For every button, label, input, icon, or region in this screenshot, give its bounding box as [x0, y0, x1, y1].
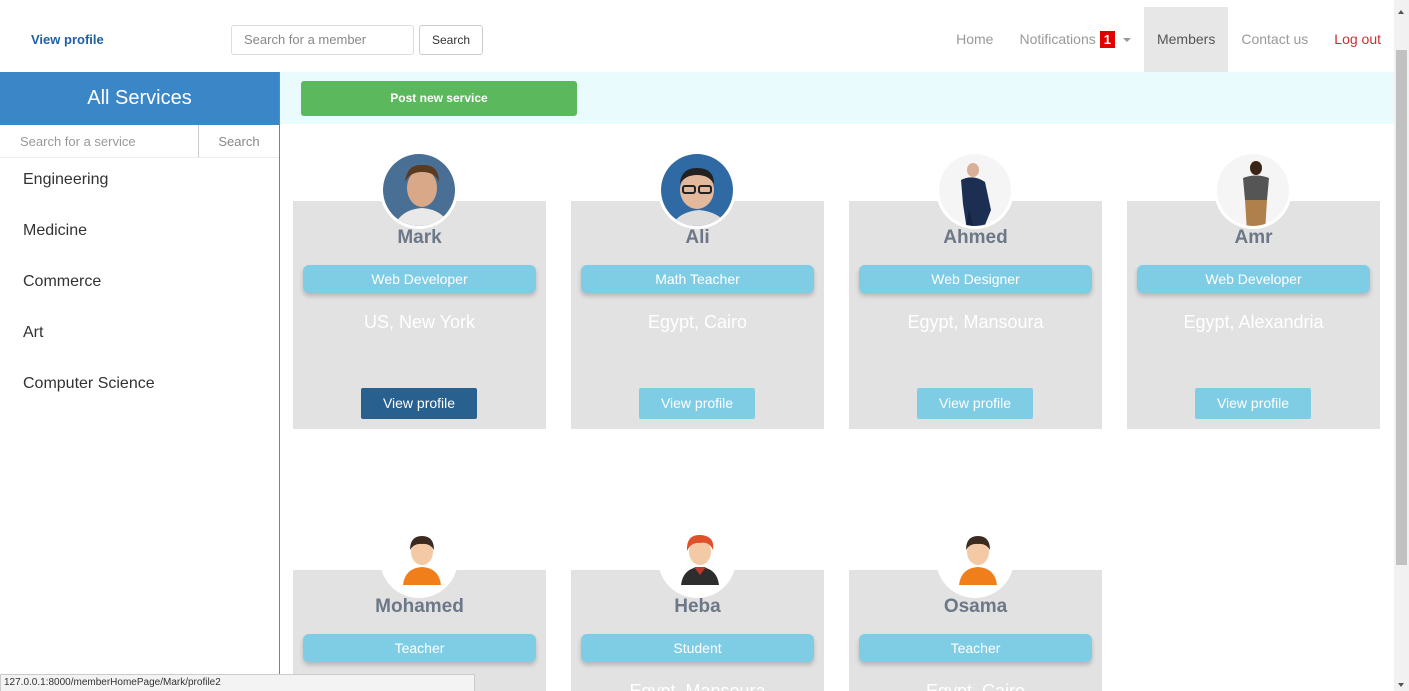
nav-notifications[interactable]: Notifications 1: [1006, 7, 1144, 72]
avatar: [936, 151, 1014, 229]
scroll-down-icon[interactable]: [1398, 683, 1404, 687]
chevron-down-icon: [1122, 37, 1131, 42]
view-profile-button[interactable]: View profile: [639, 388, 755, 419]
top-navbar: View profile Search for a member Search …: [0, 0, 1394, 72]
service-search-button[interactable]: Search: [199, 125, 279, 157]
member-role: Web Designer: [859, 265, 1092, 293]
avatar: [380, 520, 458, 598]
avatar: [936, 520, 1014, 598]
member-role: Web Developer: [1137, 265, 1370, 293]
member-card-mark: Mark Web Developer US, New York View pro…: [293, 201, 546, 429]
member-name: Osama: [943, 596, 1008, 617]
page-scrollbar[interactable]: [1394, 0, 1409, 691]
member-location: Egypt, Mansoura: [629, 681, 766, 691]
member-name: Mark: [397, 227, 442, 248]
view-profile-link[interactable]: View profile: [31, 32, 104, 47]
service-search: Search for a service Search: [0, 125, 279, 158]
nav-contact[interactable]: Contact us: [1228, 7, 1321, 72]
member-name: Amr: [1234, 227, 1273, 248]
sidebar-item-computer-science[interactable]: Computer Science: [0, 362, 279, 413]
nav-links: Home Notifications 1 Members Contact us …: [943, 7, 1394, 72]
nav-notifications-label: Notifications: [1019, 31, 1096, 47]
avatar: [380, 151, 458, 229]
member-role: Teacher: [303, 634, 536, 662]
sidebar-item-commerce[interactable]: Commerce: [0, 260, 279, 311]
view-profile-button[interactable]: View profile: [1195, 388, 1311, 419]
avatar: [658, 151, 736, 229]
member-role: Web Developer: [303, 265, 536, 293]
view-profile-button[interactable]: View profile: [361, 388, 477, 419]
avatar: [658, 520, 736, 598]
nav-home[interactable]: Home: [943, 7, 1006, 72]
member-location: US, New York: [363, 312, 476, 332]
view-profile-button[interactable]: View profile: [917, 388, 1033, 419]
member-name: Mohamed: [375, 596, 464, 617]
status-bar-url: 127.0.0.1:8000/memberHomePage/Mark/profi…: [0, 674, 475, 691]
scroll-thumb[interactable]: [1396, 50, 1407, 565]
sidebar-item-engineering[interactable]: Engineering: [0, 158, 279, 209]
member-location: Egypt, Alexandria: [1183, 312, 1324, 332]
post-new-service-button[interactable]: Post new service: [301, 81, 577, 116]
member-search-input[interactable]: Search for a member: [231, 25, 414, 55]
member-name: Ali: [685, 227, 710, 248]
member-location: Egypt, Cairo: [925, 681, 1026, 691]
nav-members[interactable]: Members: [1143, 7, 1229, 72]
member-card-ali: Ali Math Teacher Egypt, Cairo View profi…: [571, 201, 824, 429]
scroll-up-icon[interactable]: [1398, 10, 1404, 14]
member-location: Egypt, Mansoura: [907, 312, 1044, 332]
member-name: Heba: [674, 596, 721, 617]
member-search-button[interactable]: Search: [419, 25, 483, 55]
services-sidebar: All Services Search for a service Search…: [0, 72, 280, 691]
member-role: Student: [581, 634, 814, 662]
member-role: Math Teacher: [581, 265, 814, 293]
sidebar-title: All Services: [0, 72, 279, 125]
notification-badge: 1: [1099, 31, 1115, 48]
member-role: Teacher: [859, 634, 1092, 662]
sidebar-item-art[interactable]: Art: [0, 311, 279, 362]
nav-logout[interactable]: Log out: [1321, 7, 1394, 72]
avatar: [1214, 151, 1292, 229]
member-location: Egypt, Cairo: [647, 312, 748, 332]
sidebar-item-medicine[interactable]: Medicine: [0, 209, 279, 260]
member-card-ahmed: Ahmed Web Designer Egypt, Mansoura View …: [849, 201, 1102, 429]
member-card-amr: Amr Web Developer Egypt, Alexandria View…: [1127, 201, 1380, 429]
service-search-input[interactable]: Search for a service: [0, 125, 199, 157]
post-bar: Post new service: [280, 72, 1394, 124]
member-name: Ahmed: [943, 227, 1008, 248]
